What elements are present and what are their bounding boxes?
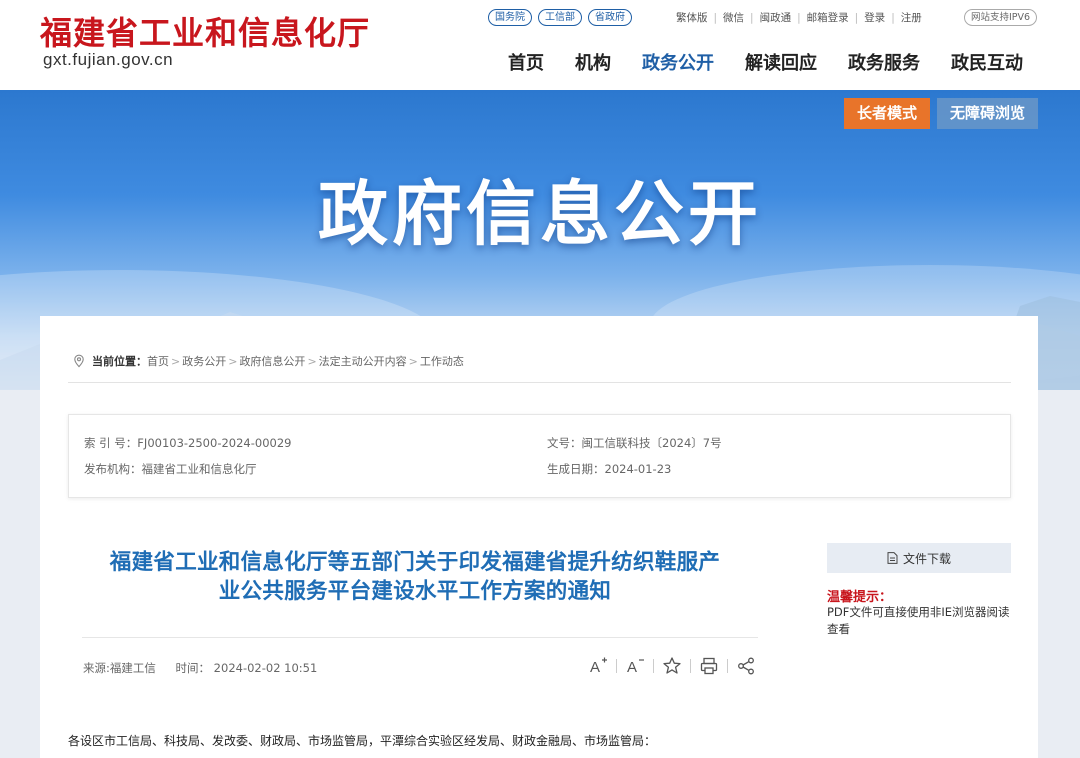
tip-title: 温馨提示： [827,590,893,605]
article-title-line: 福建省工业和信息化厅等五部门关于印发福建省提升纺织鞋服产 [109,550,721,575]
article-title-line: 业公共服务平台建设水平工作方案的通知 [218,579,612,604]
link-register[interactable]: 注册 [901,10,922,25]
nav-home[interactable]: 首页 [508,49,544,75]
breadcrumb-separator: > [171,354,181,368]
divider [82,637,758,638]
breadcrumb-separator: > [307,354,317,368]
breadcrumb-home[interactable]: 首页 [147,353,169,369]
document-icon [887,552,898,564]
accessibility-button[interactable]: 无障碍浏览 [937,98,1038,129]
badge-provincial-gov[interactable]: 省政府 [588,9,632,26]
svg-text:A: A [590,659,600,676]
breadcrumb-separator: > [408,354,418,368]
utility-links: 繁体版 | 微信 | 闽政通 | 邮箱登录 | 登录 | 注册 [676,10,922,25]
link-wechat[interactable]: 微信 [723,10,744,25]
tip-text: PDF文件可直接使用非IE浏览器阅读查看 [827,605,1010,636]
meta-publisher: 发布机构：福建省工业和信息化厅 [84,462,257,476]
breadcrumb: 当前位置： 首页 > 政务公开 > 政府信息公开 > 法定主动公开内容 > 工作… [72,353,464,369]
ipv6-badge: 网站支持IPV6 [964,9,1038,26]
meta-created-date: 生成日期：2024-01-23 [547,462,672,476]
location-pin-icon [74,354,84,368]
gov-links: 国务院 工信部 省政府 [488,9,632,26]
divider [616,659,617,673]
site-header: 福建省工业和信息化厅 gxt.fujian.gov.cn 国务院 工信部 省政府… [0,0,1080,90]
divider [727,659,728,673]
link-traditional[interactable]: 繁体版 [676,10,708,25]
divider [68,382,1011,383]
badge-miit[interactable]: 工信部 [538,9,582,26]
divider: | [713,11,718,24]
nav-organization[interactable]: 机构 [575,49,611,75]
link-login[interactable]: 登录 [864,10,885,25]
share-icon[interactable] [736,656,756,676]
article-title: 福建省工业和信息化厅等五部门关于印发福建省提升纺织鞋服产 业公共服务平台建设水平… [70,548,760,606]
article-toolbar: A A [588,656,756,676]
divider [690,659,691,673]
badge-state-council[interactable]: 国务院 [488,9,532,26]
banner-title: 政府信息公开 [318,173,762,255]
divider [653,659,654,673]
font-increase-icon[interactable]: A [588,656,608,676]
divider: | [854,11,859,24]
divider: | [891,11,895,24]
elder-mode-button[interactable]: 长者模式 [844,98,930,129]
meta-document-number: 文号：闽工信联科技〔2024〕7号 [547,436,722,450]
breadcrumb-info-open[interactable]: 政府信息公开 [239,353,305,369]
link-mail-login[interactable]: 邮箱登录 [807,10,849,25]
breadcrumb-statutory[interactable]: 法定主动公开内容 [319,353,407,369]
breadcrumb-label: 当前位置： [92,355,147,368]
document-meta-box: 索 引 号：FJ00103-2500-2024-00029 文号：闽工信联科技〔… [68,414,1011,498]
nav-interpretation[interactable]: 解读回应 [745,49,817,75]
nav-interaction[interactable]: 政民互动 [951,49,1023,75]
divider: | [797,11,801,24]
site-domain: gxt.fujian.gov.cn [43,50,174,69]
article-source-line: 来源:福建工信 时间： 2024-02-02 10:51 [83,660,317,676]
font-decrease-icon[interactable]: A [625,656,645,676]
link-minzhengtong[interactable]: 闽政通 [760,10,792,25]
article-source: 来源:福建工信 [83,661,156,675]
file-download-button[interactable]: 文件下载 [827,543,1011,573]
breadcrumb-work-news[interactable]: 工作动态 [420,353,464,369]
star-favorite-icon[interactable] [662,656,682,676]
print-icon[interactable] [699,656,719,676]
main-nav: 首页 机构 政务公开 解读回应 政务服务 政民互动 [508,49,1023,75]
breadcrumb-separator: > [228,354,238,368]
site-logo-title[interactable]: 福建省工业和信息化厅 [40,8,370,54]
breadcrumb-gov-affairs[interactable]: 政务公开 [182,353,226,369]
meta-index-number: 索 引 号：FJ00103-2500-2024-00029 [84,436,292,450]
article-body-first-line: 各设区市工信局、科技局、发改委、财政局、市场监管局，平潭综合实验区经发局、财政金… [68,734,657,748]
content-card: 当前位置： 首页 > 政务公开 > 政府信息公开 > 法定主动公开内容 > 工作… [40,316,1038,758]
article-time: 时间： 2024-02-02 10:51 [175,661,318,675]
file-download-label: 文件下载 [902,551,951,566]
nav-gov-affairs-open[interactable]: 政务公开 [642,49,714,75]
divider: | [750,11,754,24]
nav-gov-services[interactable]: 政务服务 [848,49,920,75]
svg-text:A: A [627,659,637,676]
